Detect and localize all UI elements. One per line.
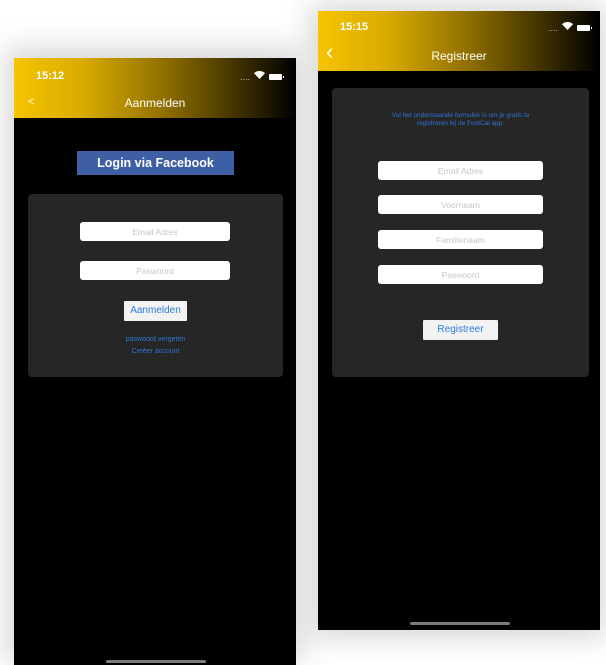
- password-field[interactable]: [378, 265, 543, 284]
- register-header: 15:15 .... ‹ Registreer: [318, 11, 600, 71]
- firstname-field[interactable]: [378, 195, 543, 214]
- wifi-icon: [562, 22, 573, 33]
- register-info-line1: Vul het onderstaande formulier is om je …: [391, 112, 530, 119]
- login-screen: 15:12 .... < Aanmelden Login via Faceboo…: [14, 58, 296, 665]
- status-icons: ....: [547, 22, 592, 33]
- email-field[interactable]: [378, 161, 543, 180]
- lastname-field[interactable]: [378, 230, 543, 249]
- page-title: Aanmelden: [124, 96, 186, 110]
- login-header: 15:12 .... < Aanmelden: [14, 58, 296, 118]
- register-screen: 15:15 .... ‹ Registreer Vul het ondersta…: [318, 11, 600, 630]
- facebook-login-button[interactable]: Login via Facebook: [77, 151, 234, 175]
- register-submit-button[interactable]: Registreer: [423, 320, 498, 340]
- login-submit-button[interactable]: Aanmelden: [124, 301, 187, 321]
- page-title: Registreer: [431, 49, 487, 63]
- register-card: Vul het onderstaande formulier is om je …: [332, 88, 589, 377]
- battery-icon: [577, 24, 592, 31]
- login-card: Aanmelden paswoord vergeten Creëer accou…: [28, 194, 283, 377]
- signal-icon: ....: [547, 22, 558, 33]
- status-time: 15:15: [340, 21, 369, 33]
- home-indicator[interactable]: [106, 660, 206, 663]
- home-indicator[interactable]: [410, 622, 510, 625]
- password-field[interactable]: [80, 261, 230, 280]
- status-time: 15:12: [36, 70, 65, 82]
- forgot-password-link[interactable]: paswoord vergeten: [28, 336, 283, 343]
- create-account-link[interactable]: Creëer account: [28, 348, 283, 355]
- battery-icon: [269, 73, 284, 80]
- email-field[interactable]: [80, 222, 230, 241]
- status-icons: ....: [239, 71, 284, 82]
- register-info-line2: registreren bij de FootCal app.: [416, 120, 505, 127]
- signal-icon: ....: [239, 71, 250, 82]
- wifi-icon: [254, 71, 265, 82]
